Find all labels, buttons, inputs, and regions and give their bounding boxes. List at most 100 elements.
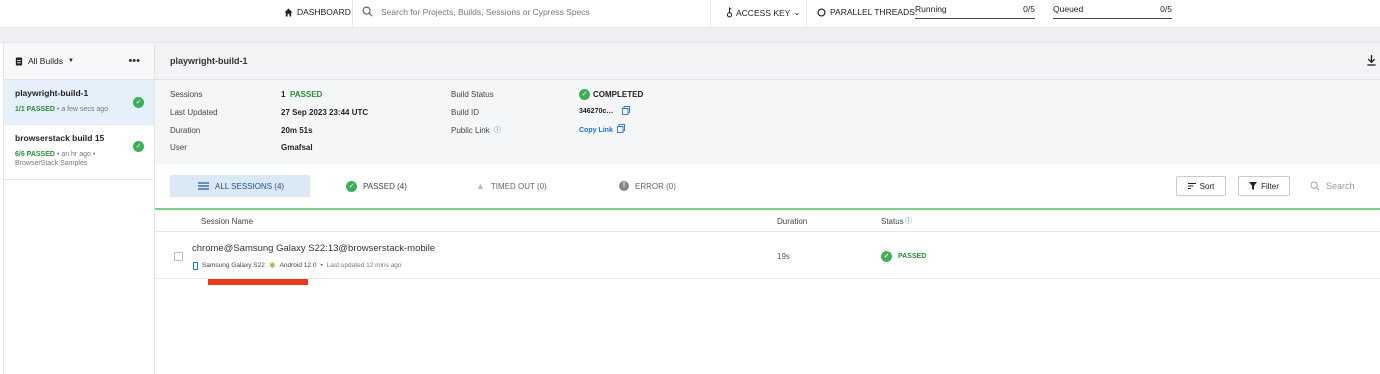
last-updated-key: Last Updated <box>170 108 218 117</box>
build-time: an hr ago <box>61 151 91 158</box>
last-updated-value: 27 Sep 2023 23:44 UTC <box>281 108 369 117</box>
session-duration: 19s <box>777 252 790 261</box>
sort-button[interactable]: Sort <box>1176 176 1226 196</box>
completed-check-icon: ✓ <box>579 89 590 100</box>
filter-icon <box>1249 182 1258 190</box>
home-icon <box>284 7 293 17</box>
global-search-input[interactable]: Search for Projects, Builds, Sessions or… <box>381 7 590 17</box>
copy-link-button[interactable]: Copy Link <box>579 127 613 134</box>
build-header: playwright-build-1 <box>155 43 1380 80</box>
bullet: • <box>92 151 96 158</box>
list-icon <box>198 182 209 190</box>
build-details: playwright-build-1 Sessions 1 PASSED Las… <box>155 43 1380 374</box>
mobile-device-icon <box>193 261 198 270</box>
build-id-key: Build ID <box>451 108 480 117</box>
divider <box>710 0 711 27</box>
build-passed-count: 1/1 PASSED <box>15 106 55 113</box>
build-status-value: COMPLETED <box>593 90 644 99</box>
col-session-name: Session Name <box>201 217 254 226</box>
top-bar: DASHBOARD Search for Projects, Builds, S… <box>0 0 1380 28</box>
tab-passed[interactable]: ✓ PASSED (4) <box>346 175 407 197</box>
session-status-label: PASSED <box>898 253 927 260</box>
parallel-threads-label: PARALLEL THREADS: <box>830 7 918 17</box>
public-link-key: Public Link <box>451 126 490 135</box>
key-icon <box>726 7 733 18</box>
divider <box>806 0 807 27</box>
row-checkbox[interactable] <box>174 252 183 261</box>
running-meter: Running 0/5 <box>915 4 1035 19</box>
session-search-input[interactable]: Search <box>1326 181 1355 191</box>
tab-error[interactable]: ! ERROR (0) <box>619 175 676 197</box>
running-value: 0/5 <box>1023 4 1035 14</box>
tab-error-label: ERROR (0) <box>635 181 676 191</box>
dashboard-link[interactable]: DASHBOARD <box>284 7 351 17</box>
global-search[interactable]: Search for Projects, Builds, Sessions or… <box>362 6 590 17</box>
col-duration: Duration <box>777 217 808 226</box>
all-builds-header[interactable]: All Builds ▼ ••• <box>4 43 154 80</box>
document-icon <box>15 56 23 66</box>
session-status: ✓ PASSED <box>881 251 926 262</box>
access-key-button[interactable]: ACCESS KEY ⌄ <box>726 7 800 18</box>
filter-label: Filter <box>1261 181 1279 191</box>
build-meta: 1/1 PASSED • a few secs ago <box>15 106 143 113</box>
build-status-key: Build Status <box>451 90 494 99</box>
error-icon: ! <box>619 181 629 191</box>
threads-icon <box>817 7 826 17</box>
session-os: Android 12.0 <box>279 262 317 269</box>
builds-sidebar: All Builds ▼ ••• playwright-build-1 1/1 … <box>3 43 155 374</box>
build-meta: 6/6 PASSED • an hr ago • <box>15 151 143 158</box>
sessions-count: 1 <box>281 90 286 99</box>
build-info-panel: Sessions 1 PASSED Last Updated 27 Sep 20… <box>155 80 1380 164</box>
info-icon[interactable]: ⓘ <box>905 216 912 226</box>
filter-button[interactable]: Filter <box>1238 176 1290 196</box>
access-key-label: ACCESS KEY <box>736 7 791 18</box>
build-id-value: 346270c… <box>579 108 614 115</box>
sort-icon <box>1187 183 1196 189</box>
user-key: User <box>170 143 187 152</box>
all-builds-label: All Builds <box>28 56 63 66</box>
session-device: Samsung Galaxy S22 <box>202 262 265 269</box>
sessions-key: Sessions <box>170 90 203 99</box>
parallel-threads: PARALLEL THREADS: <box>817 7 917 17</box>
search-icon <box>362 6 373 17</box>
copy-icon[interactable] <box>622 106 630 117</box>
more-options-icon[interactable]: ••• <box>128 55 140 67</box>
sessions-status: PASSED <box>290 90 323 99</box>
caret-down-icon: ▼ <box>67 58 74 64</box>
user-value: Gmafsal <box>281 143 313 152</box>
sort-label: Sort <box>1199 181 1215 191</box>
passed-check-icon: ✓ <box>133 141 144 152</box>
session-updated: Last updated 12 mins ago <box>326 262 402 269</box>
passed-check-icon: ✓ <box>881 251 892 262</box>
build-project: BrowserStack Samples <box>15 160 88 167</box>
build-name: browserstack build 15 <box>15 133 105 143</box>
running-label: Running <box>915 4 947 14</box>
copy-icon[interactable] <box>617 124 625 135</box>
passed-check-icon: ✓ <box>133 97 144 108</box>
session-tabs: ALL SESSIONS (4) ✓ PASSED (4) ▲ TIMED OU… <box>155 164 1380 210</box>
table-row[interactable]: chrome@Samsung Galaxy S22:13@browserstac… <box>155 233 1380 279</box>
tab-passed-label: PASSED (4) <box>363 181 407 191</box>
tab-all-sessions[interactable]: ALL SESSIONS (4) <box>170 175 311 197</box>
build-status: ✓ COMPLETED <box>579 89 643 100</box>
build-title: playwright-build-1 <box>170 56 248 66</box>
tab-all-sessions-label: ALL SESSIONS (4) <box>215 181 285 191</box>
queued-meter: Queued 0/5 <box>1053 4 1172 19</box>
info-icon[interactable]: ⓘ <box>494 125 501 135</box>
download-icon[interactable] <box>1367 55 1376 69</box>
tab-timed-out[interactable]: ▲ TIMED OUT (0) <box>476 175 547 197</box>
session-name[interactable]: chrome@Samsung Galaxy S22:13@browserstac… <box>192 243 435 254</box>
col-status: Status <box>881 217 904 226</box>
bullet: • <box>320 262 323 269</box>
build-item[interactable]: playwright-build-1 1/1 PASSED • a few se… <box>4 80 154 125</box>
duration-key: Duration <box>170 126 201 135</box>
duration-value: 20m 51s <box>281 126 313 135</box>
queued-value: 0/5 <box>1160 4 1172 14</box>
build-name: playwright-build-1 <box>15 88 89 98</box>
build-item[interactable]: browserstack build 15 6/6 PASSED • an hr… <box>4 125 154 180</box>
session-search[interactable]: Search <box>1310 176 1380 196</box>
session-meta: Samsung Galaxy S22 ✱ Android 12.0 • Last… <box>193 261 402 270</box>
search-icon <box>1310 181 1320 191</box>
build-time: a few secs ago <box>61 106 109 113</box>
queued-label: Queued <box>1053 4 1084 14</box>
